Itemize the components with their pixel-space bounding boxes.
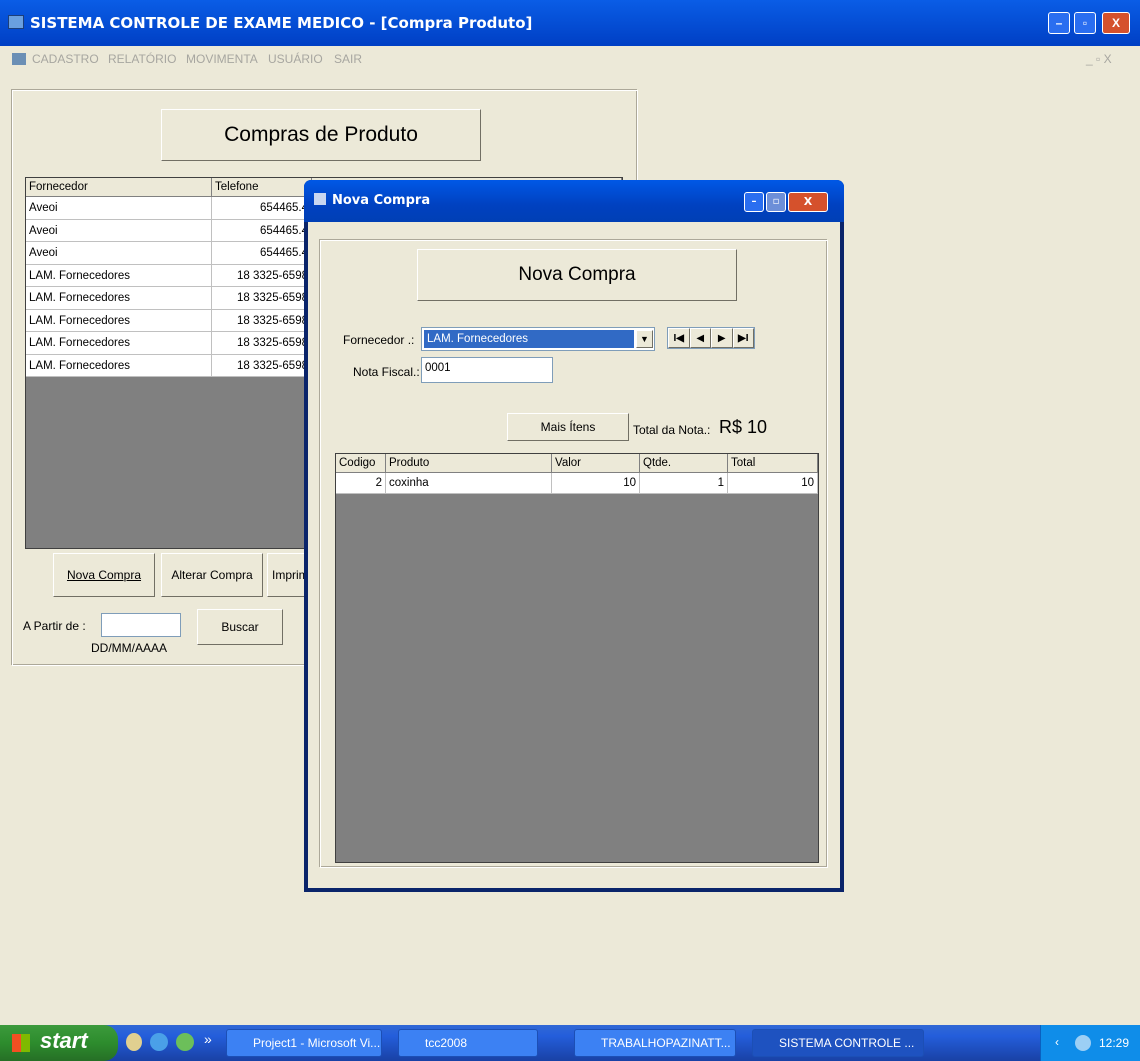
fornecedor-select[interactable]: LAM. Fornecedores ▼ — [421, 327, 655, 351]
messenger-icon[interactable] — [176, 1033, 194, 1051]
maximize-button[interactable]: ▫ — [1074, 12, 1096, 34]
dialog-title-bar: Nova Compra – ▫ X — [304, 180, 844, 222]
compras-heading: Compras de Produto — [161, 109, 481, 161]
a-partir-date-input[interactable] — [101, 613, 181, 637]
qtde-cell[interactable]: 1 — [640, 473, 728, 494]
menu-usuario[interactable]: USUÁRIO — [268, 52, 323, 66]
browser-quicklaunch-icon[interactable] — [126, 1033, 142, 1051]
fornecedor-cell[interactable]: LAM. Fornecedores — [26, 309, 212, 332]
total-nota-value: R$ 10 — [719, 417, 768, 437]
task-tcc2008[interactable]: tcc2008 — [398, 1029, 538, 1057]
start-button[interactable]: start — [0, 1025, 118, 1061]
menu-movimenta[interactable]: MOVIMENTA — [186, 52, 258, 66]
a-partir-label: A Partir de : — [23, 619, 86, 633]
fornecedor-cell[interactable]: Aveoi — [26, 219, 212, 242]
task-trabalho[interactable]: TRABALHOPAZINATT... — [574, 1029, 736, 1057]
itens-grid[interactable]: Codigo Produto Valor Qtde. Total 2 coxinh… — [335, 453, 819, 863]
telefone-cell[interactable]: 18 3325-6598 — [212, 287, 312, 310]
dialog-icon — [314, 193, 326, 205]
close-button[interactable]: X — [1102, 12, 1130, 34]
nota-fiscal-input[interactable]: 0001 — [421, 357, 553, 383]
chevron-down-icon[interactable]: ▼ — [636, 330, 653, 348]
total-cell[interactable]: 10 — [728, 473, 818, 494]
quicklaunch-more-icon[interactable]: » — [204, 1031, 212, 1047]
task-project1[interactable]: Project1 - Microsoft Vi... — [226, 1029, 382, 1057]
telefone-cell[interactable]: 18 3325-6598 — [212, 309, 312, 332]
fornecedor-cell[interactable]: LAM. Fornecedores — [26, 332, 212, 355]
nova-compra-label: Nova Compra — [66, 568, 142, 582]
fornecedor-cell[interactable]: Aveoi — [26, 242, 212, 265]
mdi-window-controls[interactable]: _ ▫ X — [1086, 52, 1112, 66]
nota-fiscal-label: Nota Fiscal.: — [353, 365, 420, 379]
fornecedor-selected-value: LAM. Fornecedores — [424, 330, 634, 348]
codigo-cell[interactable]: 2 — [336, 473, 386, 494]
dialog-title: Nova Compra — [332, 193, 431, 208]
telefone-cell[interactable]: 654465.4 — [212, 242, 312, 265]
column-header-total[interactable]: Total — [728, 454, 818, 473]
menu-cadastro[interactable]: CADASTRO — [32, 52, 99, 66]
telefone-cell[interactable]: 18 3325-6598 — [212, 354, 312, 377]
date-format-hint: DD/MM/AAAA — [91, 641, 168, 655]
menu-sair[interactable]: SAIR — [334, 52, 362, 66]
tray-expand-icon[interactable]: ‹ — [1055, 1035, 1059, 1049]
column-header-qtde[interactable]: Qtde. — [640, 454, 728, 473]
task-sistema-controle[interactable]: SISTEMA CONTROLE ... — [752, 1029, 924, 1057]
nova-compra-button[interactable]: Nova Compra — [53, 553, 155, 597]
alterar-compra-label: Alterar Compra — [171, 568, 253, 582]
column-header-telefone[interactable]: Telefone — [212, 178, 312, 197]
dialog-frame: Nova Compra Fornecedor .: LAM. Fornecedo… — [320, 240, 828, 868]
valor-cell[interactable]: 10 — [552, 473, 640, 494]
minimize-button[interactable]: – — [1048, 12, 1070, 34]
app-icon — [8, 15, 24, 29]
mais-itens-button[interactable]: Mais Ítens — [507, 413, 629, 441]
total-nota-label: Total da Nota.: — [633, 423, 711, 437]
fornecedor-cell[interactable]: LAM. Fornecedores — [26, 264, 212, 287]
windows-logo-icon — [12, 1034, 30, 1052]
record-navigator: I◀ ◀ ▶ ▶I — [667, 327, 755, 349]
dialog-minimize-button[interactable]: – — [744, 192, 764, 212]
menu-relatorio[interactable]: RELATÓRIO — [108, 52, 176, 66]
column-header-valor[interactable]: Valor — [552, 454, 640, 473]
app-title: SISTEMA CONTROLE DE EXAME MEDICO - [Comp… — [30, 14, 533, 32]
dialog-close-button[interactable]: X — [788, 192, 828, 212]
telefone-cell[interactable]: 18 3325-6598 — [212, 264, 312, 287]
app-title-bar: SISTEMA CONTROLE DE EXAME MEDICO - [Comp… — [0, 0, 1140, 46]
column-header-produto[interactable]: Produto — [386, 454, 552, 473]
nova-compra-dialog: Nova Compra – ▫ X Nova Compra Fornecedor… — [304, 180, 844, 892]
produto-cell[interactable]: coxinha — [386, 473, 552, 494]
nova-compra-heading: Nova Compra — [417, 249, 737, 301]
fornecedor-cell[interactable]: LAM. Fornecedores — [26, 354, 212, 377]
clock: 12:29 — [1099, 1036, 1130, 1050]
fornecedor-label: Fornecedor .: — [343, 333, 415, 347]
previous-record-icon[interactable]: ◀ — [689, 328, 711, 348]
dialog-body: Nova Compra Fornecedor .: LAM. Fornecedo… — [308, 222, 840, 888]
fornecedor-cell[interactable]: Aveoi — [26, 197, 212, 220]
alterar-compra-button[interactable]: Alterar Compra — [161, 553, 263, 597]
system-tray: ‹ 12:29 — [1040, 1025, 1140, 1061]
first-record-icon[interactable]: I◀ — [668, 328, 690, 348]
last-record-icon[interactable]: ▶I — [732, 328, 754, 348]
telefone-cell[interactable]: 654465.4 — [212, 197, 312, 220]
next-record-icon[interactable]: ▶ — [711, 328, 733, 348]
internet-explorer-icon[interactable] — [150, 1033, 168, 1051]
menu-bar: CADASTRO RELATÓRIO MOVIMENTA USUÁRIO SAI… — [0, 46, 1140, 72]
dialog-maximize-button: ▫ — [766, 192, 786, 212]
buscar-button[interactable]: Buscar — [197, 609, 283, 645]
telefone-cell[interactable]: 18 3325-6598 — [212, 332, 312, 355]
mdi-child-icon — [12, 53, 26, 65]
fornecedor-cell[interactable]: LAM. Fornecedores — [26, 287, 212, 310]
start-label: start — [40, 1028, 88, 1053]
network-icon[interactable] — [1075, 1035, 1091, 1051]
column-header-fornecedor[interactable]: Fornecedor — [26, 178, 212, 197]
taskbar: start » Project1 - Microsoft Vi... tcc20… — [0, 1025, 1140, 1061]
column-header-codigo[interactable]: Codigo — [336, 454, 386, 473]
telefone-cell[interactable]: 654465.4 — [212, 219, 312, 242]
